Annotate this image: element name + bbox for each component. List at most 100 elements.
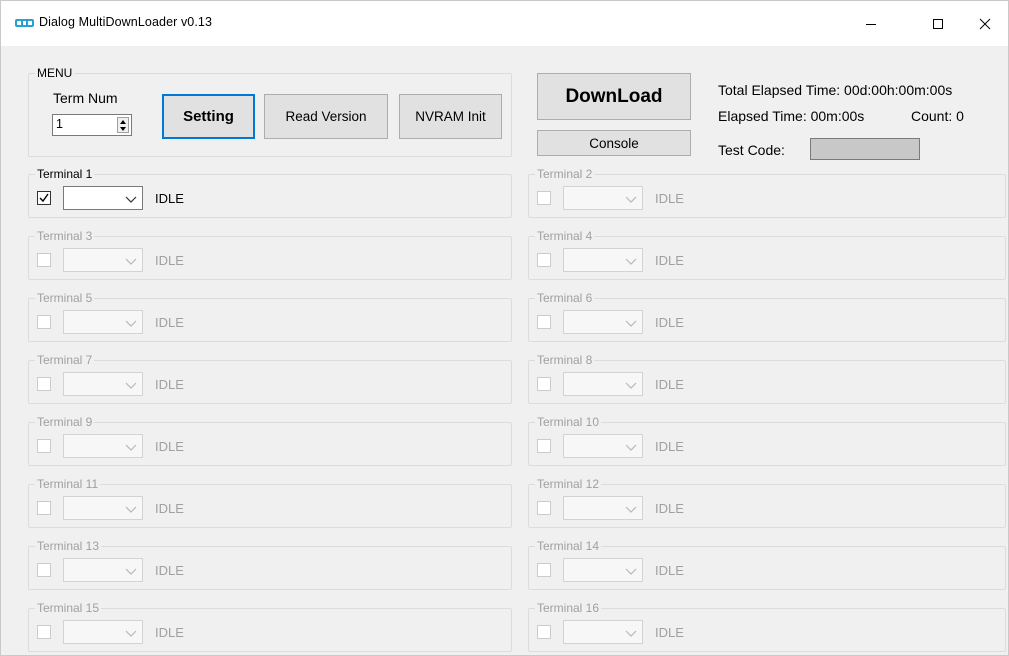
read-version-button[interactable]: Read Version (264, 94, 388, 139)
terminal-checkbox[interactable] (37, 625, 51, 639)
terminal-checkbox[interactable] (537, 315, 551, 329)
terminal-group: Terminal 5 IDLE (28, 291, 512, 342)
terminal-status: IDLE (655, 563, 684, 578)
terminal-checkbox[interactable] (37, 501, 51, 515)
terminal-label: Terminal 1 (35, 167, 95, 181)
terminal-port-combo[interactable] (563, 558, 643, 582)
terminal-label: Terminal 4 (535, 229, 595, 243)
terminal-group: Terminal 15 IDLE (28, 601, 512, 652)
terminal-group: Terminal 1 IDLE (28, 167, 512, 218)
terminal-label: Terminal 14 (535, 539, 602, 553)
chevron-down-icon (625, 506, 637, 513)
terminal-checkbox[interactable] (37, 439, 51, 453)
setting-button[interactable]: Setting (162, 94, 255, 139)
chevron-down-icon (625, 196, 637, 203)
terminal-port-combo[interactable] (563, 434, 643, 458)
terminal-port-combo[interactable] (63, 248, 143, 272)
nvram-init-button[interactable]: NVRAM Init (399, 94, 502, 139)
terminal-status: IDLE (155, 377, 184, 392)
maximize-icon (933, 18, 943, 29)
terminal-status: IDLE (155, 501, 184, 516)
terminal-checkbox[interactable] (537, 563, 551, 577)
terminal-group: Terminal 11 IDLE (28, 477, 512, 528)
terminal-checkbox[interactable] (37, 315, 51, 329)
terminal-port-combo[interactable] (563, 620, 643, 644)
terminal-checkbox[interactable] (537, 501, 551, 515)
terminal-status: IDLE (155, 563, 184, 578)
terminal-port-combo[interactable] (63, 496, 143, 520)
chevron-down-icon (125, 320, 137, 327)
terminal-port-combo[interactable] (563, 372, 643, 396)
terminal-group: Terminal 13 IDLE (28, 539, 512, 590)
term-num-label: Term Num (53, 90, 118, 106)
terminal-label: Terminal 15 (35, 601, 102, 615)
total-elapsed-time: Total Elapsed Time: 00d:00h:00m:00s (718, 82, 953, 98)
term-num-spinner[interactable]: 1 (52, 114, 132, 136)
chevron-down-icon (125, 444, 137, 451)
terminal-port-combo[interactable] (63, 434, 143, 458)
console-button[interactable]: Console (537, 130, 691, 156)
check-icon (39, 193, 49, 203)
terminal-label: Terminal 16 (535, 601, 602, 615)
terminal-checkbox[interactable] (37, 377, 51, 391)
chevron-down-icon (625, 382, 637, 389)
terminal-label: Terminal 2 (535, 167, 595, 181)
terminal-checkbox[interactable] (537, 439, 551, 453)
terminal-status: IDLE (655, 315, 684, 330)
terminal-group: Terminal 14 IDLE (528, 539, 1006, 590)
terminal-checkbox[interactable] (537, 625, 551, 639)
close-button[interactable] (962, 1, 1008, 46)
test-code-field[interactable] (810, 138, 920, 160)
count-label: Count: 0 (911, 108, 964, 124)
spinner-buttons[interactable] (117, 117, 129, 133)
terminal-status: IDLE (155, 315, 184, 330)
chevron-down-icon (625, 630, 637, 637)
chevron-down-icon (125, 258, 137, 265)
chevron-down-icon (625, 258, 637, 265)
terminal-status: IDLE (655, 253, 684, 268)
terminal-status: IDLE (655, 191, 684, 206)
terminal-checkbox[interactable] (537, 253, 551, 267)
terminal-checkbox[interactable] (37, 191, 51, 205)
terminal-group: Terminal 12 IDLE (528, 477, 1006, 528)
terminal-status: IDLE (155, 625, 184, 640)
terminal-port-combo[interactable] (63, 186, 143, 210)
terminal-port-combo[interactable] (63, 558, 143, 582)
terminal-status: IDLE (655, 625, 684, 640)
minimize-icon (866, 23, 876, 25)
spinner-down-icon[interactable] (118, 125, 128, 132)
terminal-checkbox[interactable] (537, 191, 551, 205)
terminal-group: Terminal 10 IDLE (528, 415, 1006, 466)
terminal-status: IDLE (655, 439, 684, 454)
terminal-label: Terminal 6 (535, 291, 595, 305)
chevron-down-icon (125, 506, 137, 513)
terminal-port-combo[interactable] (63, 310, 143, 334)
test-code-label: Test Code: (718, 142, 785, 158)
terminal-port-combo[interactable] (63, 372, 143, 396)
chevron-down-icon (125, 196, 137, 203)
chevron-down-icon (625, 320, 637, 327)
terminal-label: Terminal 7 (35, 353, 95, 367)
chevron-down-icon (125, 382, 137, 389)
window-title: Dialog MultiDownLoader v0.13 (39, 15, 213, 29)
terminal-group: Terminal 3 IDLE (28, 229, 512, 280)
terminal-checkbox[interactable] (537, 377, 551, 391)
terminal-checkbox[interactable] (37, 253, 51, 267)
maximize-button[interactable] (915, 1, 961, 46)
minimize-button[interactable] (848, 1, 894, 46)
terminal-status: IDLE (655, 501, 684, 516)
spinner-up-icon[interactable] (118, 118, 128, 125)
terminal-port-combo[interactable] (563, 186, 643, 210)
terminal-status: IDLE (655, 377, 684, 392)
download-button[interactable]: DownLoad (537, 73, 691, 120)
terminal-port-combo[interactable] (63, 620, 143, 644)
terminal-group: Terminal 7 IDLE (28, 353, 512, 404)
terminal-port-combo[interactable] (563, 496, 643, 520)
terminal-port-combo[interactable] (563, 248, 643, 272)
terminal-checkbox[interactable] (37, 563, 51, 577)
terminal-port-combo[interactable] (563, 310, 643, 334)
term-num-value: 1 (56, 117, 63, 131)
terminal-label: Terminal 8 (535, 353, 595, 367)
title-bar[interactable]: Dialog MultiDownLoader v0.13 (1, 1, 1008, 46)
menu-legend: MENU (35, 66, 75, 80)
